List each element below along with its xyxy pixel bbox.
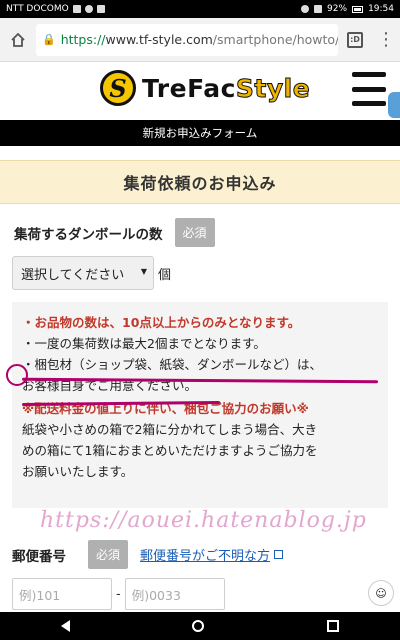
more-vert-icon: ⋮ <box>377 29 395 50</box>
required-badge: 必須 <box>88 540 129 569</box>
address-bar[interactable]: 🔒 https:// www.tf-style.com /smartphone/… <box>36 23 338 56</box>
notice-body-line: お願いいたします。 <box>22 464 134 479</box>
browser-menu-button[interactable]: ⋮ <box>372 18 400 62</box>
notification-icon <box>84 5 93 13</box>
notice-body-line: めの箱にて1箱におまとめいただけますようご協力を <box>22 443 318 458</box>
url-host: www.tf-style.com <box>105 32 213 47</box>
postal-label: 郵便番号 <box>12 548 66 565</box>
postal-label-row: 郵便番号 必須 郵便番号がご不明な方 <box>12 540 392 569</box>
box-count-row: 選択してください ▼ 個 <box>12 256 171 290</box>
caret-down-icon: ▼ <box>140 267 147 276</box>
battery-percent: 92% <box>327 4 348 14</box>
postal-code-first-input[interactable]: 例)101 <box>12 578 112 610</box>
required-badge: 必須 <box>174 218 215 247</box>
back-icon[interactable] <box>61 620 71 632</box>
url-path: /smartphone/howto/pos <box>212 32 338 47</box>
postal-lookup-link[interactable]: 郵便番号がご不明な方 <box>140 545 270 564</box>
wifi-icon <box>301 5 310 13</box>
notice-body-line: 紙袋や小さめの箱で2箱に分かれてしまう場合、大き <box>22 422 318 437</box>
external-link-icon <box>274 550 284 559</box>
logo-wordmark: TreFacStyle <box>142 73 311 103</box>
notice-line: ・一度の集荷数は最大2個までとなります。 <box>22 336 266 351</box>
hamburger-icon <box>352 101 386 106</box>
unit-label: 個 <box>158 267 172 283</box>
postal-input-row: 例)101 - 例)0033 <box>12 578 225 610</box>
postal-code-second-input[interactable]: 例)0033 <box>124 578 225 610</box>
postal-dash: - <box>116 586 121 602</box>
signal-icon <box>314 5 323 13</box>
side-drawer-tab[interactable] <box>388 92 400 118</box>
notification-icon <box>72 5 81 13</box>
status-bar: NTT DOCOMO 92% 19:54 <box>0 0 400 18</box>
chat-icon: ☺ <box>375 586 387 600</box>
home-circle-icon[interactable] <box>192 620 205 632</box>
logo-mark: S <box>100 70 136 106</box>
watermark-text: https://aouei.hatenablog.jp <box>40 508 367 533</box>
hamburger-icon <box>352 72 386 77</box>
floating-chat-button[interactable]: ☺ <box>368 580 394 606</box>
tabs-button[interactable]: :D <box>338 18 372 62</box>
tabs-count: :D <box>347 31 363 48</box>
url-scheme: https:// <box>60 32 106 47</box>
notification-icon <box>96 5 105 13</box>
box-count-label-row: 集荷するダンボールの数 必須 <box>14 218 215 247</box>
section-title: 集荷依頼のお申込み <box>0 160 400 204</box>
browser-toolbar: 🔒 https:// www.tf-style.com /smartphone/… <box>0 18 400 62</box>
notice-line: ・梱包材（ショップ袋、紙袋、ダンボールなど）は、 <box>22 357 323 372</box>
select-value: 選択してください <box>21 267 125 283</box>
recent-apps-icon[interactable] <box>326 620 339 632</box>
system-nav-bar <box>0 612 400 640</box>
site-logo[interactable]: S TreFacStyle <box>100 70 310 106</box>
box-count-label: 集荷するダンボールの数 <box>14 226 163 243</box>
annotation-circle <box>6 364 28 386</box>
form-banner: 新規お申込みフォーム <box>0 120 400 146</box>
clock: 19:54 <box>368 4 394 14</box>
hamburger-menu-button[interactable] <box>352 72 386 106</box>
box-count-select[interactable]: 選択してください ▼ <box>12 256 154 290</box>
battery-icon <box>352 5 364 13</box>
logo-text-b: Style <box>235 73 311 103</box>
lock-icon: 🔒 <box>42 33 56 46</box>
home-button[interactable] <box>0 18 36 62</box>
site-header: S TreFacStyle <box>0 62 400 120</box>
logo-text-a: TreFac <box>142 73 236 103</box>
hamburger-icon <box>352 86 386 92</box>
carrier-label: NTT DOCOMO <box>6 4 69 14</box>
notice-line: ・お品物の数は、10点以上からのみとなります。 <box>22 315 301 330</box>
home-icon <box>11 32 25 47</box>
